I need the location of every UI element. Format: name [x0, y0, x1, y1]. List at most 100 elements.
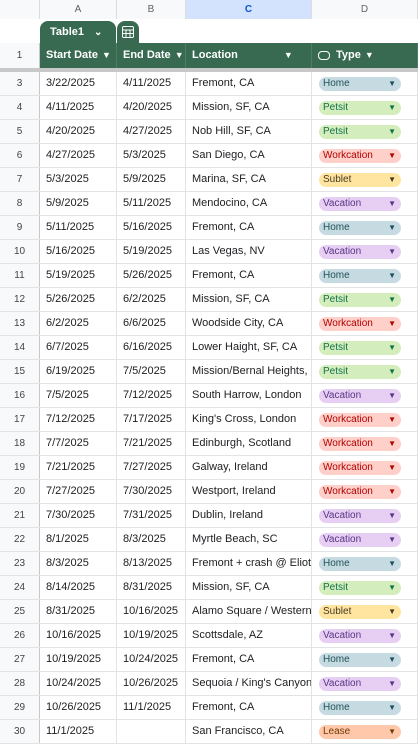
end-date-cell[interactable]: 5/11/2025 [117, 192, 186, 215]
start-date-cell[interactable]: 6/19/2025 [40, 360, 117, 383]
location-cell[interactable]: Fremont, CA [186, 696, 312, 719]
location-cell[interactable]: Scottsdale, AZ [186, 624, 312, 647]
start-date-cell[interactable]: 5/9/2025 [40, 192, 117, 215]
type-cell[interactable]: Home ▼ [312, 264, 418, 287]
type-cell[interactable]: Sublet ▼ [312, 600, 418, 623]
location-cell[interactable]: Fremont + crash @ Eliot's [186, 552, 312, 575]
location-cell[interactable]: Galway, Ireland [186, 456, 312, 479]
end-date-cell[interactable]: 10/16/2025 [117, 600, 186, 623]
type-chip[interactable]: Home ▼ [319, 700, 401, 715]
type-cell[interactable]: Workcation ▼ [312, 312, 418, 335]
type-chip[interactable]: Lease ▼ [319, 724, 401, 739]
type-chip[interactable]: Vacation ▼ [319, 196, 401, 211]
location-cell[interactable]: Fremont, CA [186, 264, 312, 287]
type-cell[interactable]: Vacation ▼ [312, 504, 418, 527]
type-chip[interactable]: Sublet ▼ [319, 604, 401, 619]
type-cell[interactable]: Vacation ▼ [312, 384, 418, 407]
column-header-a[interactable]: A [40, 0, 117, 19]
end-date-header[interactable]: End Date ▼ [117, 43, 186, 68]
type-header[interactable]: Type ▼ [312, 43, 418, 68]
end-date-cell[interactable]: 7/21/2025 [117, 432, 186, 455]
start-date-cell[interactable]: 4/20/2025 [40, 120, 117, 143]
row-number[interactable]: 18 [0, 432, 40, 455]
end-date-cell[interactable]: 6/2/2025 [117, 288, 186, 311]
start-date-cell[interactable]: 11/1/2025 [40, 720, 117, 743]
end-date-cell[interactable]: 7/27/2025 [117, 456, 186, 479]
location-cell[interactable]: Marina, SF, CA [186, 168, 312, 191]
start-date-cell[interactable]: 10/19/2025 [40, 648, 117, 671]
start-date-cell[interactable]: 4/11/2025 [40, 96, 117, 119]
row-number[interactable]: 15 [0, 360, 40, 383]
type-chip[interactable]: Workcation ▼ [319, 412, 401, 427]
row-number[interactable]: 16 [0, 384, 40, 407]
start-date-cell[interactable]: 3/22/2025 [40, 72, 117, 95]
location-cell[interactable]: Woodside City, CA [186, 312, 312, 335]
location-cell[interactable]: Lower Haight, SF, CA [186, 336, 312, 359]
type-chip[interactable]: Home ▼ [319, 268, 401, 283]
type-chip[interactable]: Vacation ▼ [319, 628, 401, 643]
type-chip[interactable]: Workcation ▼ [319, 436, 401, 451]
row-number[interactable]: 14 [0, 336, 40, 359]
row-number[interactable]: 10 [0, 240, 40, 263]
start-date-cell[interactable]: 8/14/2025 [40, 576, 117, 599]
end-date-cell[interactable]: 5/19/2025 [117, 240, 186, 263]
type-chip[interactable]: Petsit ▼ [319, 364, 401, 379]
location-cell[interactable]: King's Cross, London [186, 408, 312, 431]
row-number[interactable]: 29 [0, 696, 40, 719]
row-number[interactable]: 1 [0, 43, 40, 68]
row-number[interactable]: 13 [0, 312, 40, 335]
location-header[interactable]: Location ▼ [186, 43, 312, 68]
type-chip[interactable]: Petsit ▼ [319, 100, 401, 115]
end-date-cell[interactable]: 11/1/2025 [117, 696, 186, 719]
location-cell[interactable]: Mission, SF, CA [186, 96, 312, 119]
end-date-cell[interactable]: 10/19/2025 [117, 624, 186, 647]
location-cell[interactable]: South Harrow, London [186, 384, 312, 407]
type-cell[interactable]: Home ▼ [312, 72, 418, 95]
type-cell[interactable]: Vacation ▼ [312, 672, 418, 695]
end-date-cell[interactable]: 8/3/2025 [117, 528, 186, 551]
type-cell[interactable]: Home ▼ [312, 216, 418, 239]
location-cell[interactable]: Mission/Bernal Heights, S [186, 360, 312, 383]
table-view-icon[interactable] [117, 21, 139, 43]
type-cell[interactable]: Home ▼ [312, 696, 418, 719]
row-number[interactable]: 24 [0, 576, 40, 599]
row-number[interactable]: 4 [0, 96, 40, 119]
location-cell[interactable]: Edinburgh, Scotland [186, 432, 312, 455]
row-number[interactable]: 26 [0, 624, 40, 647]
type-cell[interactable]: Vacation ▼ [312, 528, 418, 551]
start-date-cell[interactable]: 10/26/2025 [40, 696, 117, 719]
type-cell[interactable]: Petsit ▼ [312, 96, 418, 119]
end-date-cell[interactable]: 10/26/2025 [117, 672, 186, 695]
type-chip[interactable]: Workcation ▼ [319, 316, 401, 331]
row-number[interactable]: 21 [0, 504, 40, 527]
type-cell[interactable]: Home ▼ [312, 552, 418, 575]
row-number[interactable]: 25 [0, 600, 40, 623]
start-date-cell[interactable]: 7/7/2025 [40, 432, 117, 455]
type-cell[interactable]: Petsit ▼ [312, 576, 418, 599]
row-number[interactable]: 20 [0, 480, 40, 503]
type-chip[interactable]: Home ▼ [319, 652, 401, 667]
row-number[interactable]: 3 [0, 72, 40, 95]
row-number[interactable]: 19 [0, 456, 40, 479]
end-date-cell[interactable]: 5/26/2025 [117, 264, 186, 287]
start-date-cell[interactable]: 8/31/2025 [40, 600, 117, 623]
type-cell[interactable]: Workcation ▼ [312, 144, 418, 167]
start-date-cell[interactable]: 10/16/2025 [40, 624, 117, 647]
location-cell[interactable]: Alamo Square / Western A [186, 600, 312, 623]
column-header-c[interactable]: C [186, 0, 312, 19]
end-date-cell[interactable]: 5/16/2025 [117, 216, 186, 239]
end-date-cell[interactable]: 7/17/2025 [117, 408, 186, 431]
start-date-cell[interactable]: 7/27/2025 [40, 480, 117, 503]
row-number[interactable]: 30 [0, 720, 40, 743]
location-cell[interactable]: Sequoia / King's Canyon [186, 672, 312, 695]
start-date-cell[interactable]: 6/2/2025 [40, 312, 117, 335]
location-cell[interactable]: San Diego, CA [186, 144, 312, 167]
type-chip[interactable]: Vacation ▼ [319, 532, 401, 547]
start-date-cell[interactable]: 5/16/2025 [40, 240, 117, 263]
end-date-cell[interactable]: 7/30/2025 [117, 480, 186, 503]
start-date-cell[interactable]: 7/12/2025 [40, 408, 117, 431]
location-cell[interactable]: Myrtle Beach, SC [186, 528, 312, 551]
end-date-cell[interactable]: 7/5/2025 [117, 360, 186, 383]
type-chip[interactable]: Vacation ▼ [319, 508, 401, 523]
location-cell[interactable]: Dublin, Ireland [186, 504, 312, 527]
